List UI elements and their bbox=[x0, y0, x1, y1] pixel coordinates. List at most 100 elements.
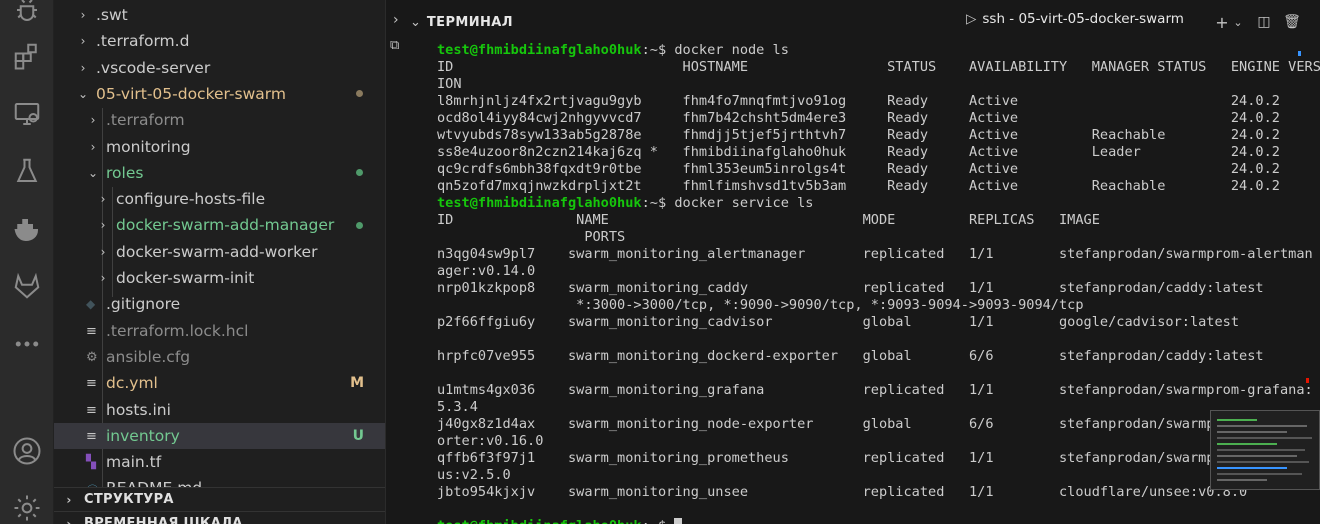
chevron-right-icon: › bbox=[80, 60, 86, 75]
terminal-text: us:v2.5.0 bbox=[437, 467, 511, 483]
terminal-cursor bbox=[674, 518, 683, 524]
tree-item[interactable]: › docker-swarm-add-manager bbox=[54, 212, 385, 238]
debug-icon[interactable] bbox=[9, 0, 45, 28]
outline-section-header[interactable]: › СТРУКТУРА bbox=[54, 487, 385, 511]
text-file-icon: ≡ bbox=[86, 323, 97, 339]
terminal-text: ager:v0.14.0 bbox=[437, 263, 536, 279]
terminal-text: ss8e4uzoor8n2czn214kaj6zq * fhmibdiinafg… bbox=[437, 144, 1280, 160]
tree-item[interactable]: ▚ main.tf bbox=[54, 449, 385, 475]
window-preview-thumbnail[interactable] bbox=[1210, 410, 1320, 490]
terminal-line: j40gx8z1d4ax swarm_monitoring_node-expor… bbox=[437, 416, 1313, 433]
tree-item[interactable]: ⌄ roles bbox=[54, 160, 385, 186]
terminal-text: *:3000->3000/tcp, *:9090->9090/tcp, *:90… bbox=[437, 297, 1084, 313]
terminal-line: jbto954kjxjv swarm_monitoring_unsee repl… bbox=[437, 484, 1247, 501]
tree-item[interactable]: ⚙ ansible.cfg bbox=[54, 344, 385, 370]
timeline-section-header[interactable]: › ВРЕМЕННАЯ ШКАЛА bbox=[54, 511, 385, 524]
chevron-right-icon: › bbox=[100, 192, 106, 207]
tree-item[interactable]: › docker-swarm-init bbox=[54, 265, 385, 291]
tree-item[interactable]: › .terraform bbox=[54, 107, 385, 133]
git-status-dot bbox=[356, 221, 363, 229]
tree-item[interactable]: › monitoring bbox=[54, 134, 385, 160]
terminal-text: qn5zofd7mxqjnwzkdrpljxt2t fhmlfimshvsd1t… bbox=[437, 178, 1280, 194]
tree-item[interactable]: ◆ .gitignore bbox=[54, 291, 385, 317]
remote-explorer-icon[interactable] bbox=[9, 96, 45, 132]
terminal-text: ID HOSTNAME STATUS AVAILABILITY MANAGER … bbox=[437, 59, 1320, 75]
terminal-line: ION bbox=[437, 76, 462, 93]
tree-item-label: 05-virt-05-docker-swarm bbox=[96, 84, 286, 103]
terminal-prompt: test@fhmibdiinafglaho0huk bbox=[437, 195, 642, 211]
terminal-tab[interactable]: ▷ ssh - 05-virt-05-docker-swarm bbox=[966, 11, 1184, 27]
terminal-line: test@fhmibdiinafglaho0huk:~$ docker serv… bbox=[437, 195, 813, 212]
terminal-icon: ▷ bbox=[966, 11, 977, 27]
gitlab-icon[interactable] bbox=[9, 268, 45, 304]
split-panel-icon[interactable]: ◫ bbox=[1254, 12, 1274, 32]
trash-icon[interactable]: 🗑 bbox=[1282, 12, 1302, 32]
tree-item[interactable]: › .terraform.d bbox=[54, 28, 385, 54]
terminal-text: :~$ docker node ls bbox=[641, 42, 789, 58]
chevron-down-icon[interactable]: ⌄ bbox=[1228, 12, 1248, 32]
terminal-text: wtvyubds78syw133ab5g2878e fhmdjj5tjef5jr… bbox=[437, 127, 1280, 143]
terminal-text: jbto954kjxjv swarm_monitoring_unsee repl… bbox=[437, 484, 1248, 500]
panel-side-strip: › ⧉ bbox=[386, 0, 410, 524]
tree-item[interactable]: ≡ .terraform.lock.hcl bbox=[54, 318, 385, 344]
chevron-right-icon: › bbox=[66, 516, 72, 524]
tree-item-label: .terraform bbox=[106, 111, 185, 130]
tree-item[interactable]: › .vscode-server bbox=[54, 55, 385, 81]
extensions-icon[interactable] bbox=[9, 38, 45, 74]
panel-title[interactable]: ТЕРМИНАЛ bbox=[427, 15, 513, 30]
terminal-line: ID NAME MODE REPLICAS IMAGE bbox=[437, 212, 1100, 229]
git-status-badge: M bbox=[350, 375, 364, 392]
terminal-line: l8mrhjnljz4fx2rtjvagu9gyb fhm4fo7mnqfmtj… bbox=[437, 93, 1280, 110]
tree-item[interactable]: ≡ dc.yml M bbox=[54, 370, 385, 396]
accounts-icon[interactable] bbox=[9, 433, 45, 469]
terminal-text: 5.3.4 bbox=[437, 399, 478, 415]
git-status-badge: U bbox=[352, 427, 364, 444]
terminal-line: orter:v0.16.0 bbox=[437, 433, 543, 450]
docker-icon[interactable] bbox=[9, 212, 45, 248]
terminal-text: l8mrhjnljz4fx2rtjvagu9gyb fhm4fo7mnqfmtj… bbox=[437, 93, 1280, 109]
terminal-line: test@fhmibdiinafglaho0huk:~$ docker node… bbox=[437, 42, 789, 59]
terraform-file-icon: ▚ bbox=[86, 455, 96, 471]
tree-item[interactable]: ⌄ 05-virt-05-docker-swarm bbox=[54, 81, 385, 107]
terminal-text: ocd8ol4iyy84cwj2nhgyvvcd7 fhm7b42chsht5d… bbox=[437, 110, 1280, 126]
chevron-right-icon[interactable]: › bbox=[393, 12, 399, 28]
terminal-line: qn5zofd7mxqjnwzkdrpljxt2t fhmlfimshvsd1t… bbox=[437, 178, 1280, 195]
git-status-dot bbox=[356, 169, 363, 177]
more-icon[interactable] bbox=[9, 326, 45, 362]
terminal-line: p2f66ffgiu6y swarm_monitoring_cadvisor g… bbox=[437, 314, 1239, 331]
terminal-text: p2f66ffgiu6y swarm_monitoring_cadvisor g… bbox=[437, 314, 1240, 330]
tree-item-label: main.tf bbox=[106, 453, 162, 472]
terminal-prompt: test@fhmibdiinafglaho0huk bbox=[437, 518, 642, 524]
terminal-text: qffb6f3f97j1 swarm_monitoring_prometheus… bbox=[437, 450, 1313, 466]
terminal-line: test@fhmibdiinafglaho0huk:~$ bbox=[437, 518, 683, 524]
git-status-dot bbox=[356, 90, 363, 98]
tree-item-label: docker-swarm-add-worker bbox=[116, 242, 318, 261]
testing-icon[interactable] bbox=[9, 153, 45, 189]
tree-item[interactable]: › configure-hosts-file bbox=[54, 186, 385, 212]
terminal-text: orter:v0.16.0 bbox=[437, 433, 544, 449]
chevron-right-icon: › bbox=[100, 218, 106, 233]
tree-item-label: monitoring bbox=[106, 137, 191, 156]
tree-item-label: .vscode-server bbox=[96, 58, 211, 77]
tree-item[interactable]: › docker-swarm-add-worker bbox=[54, 239, 385, 265]
terminal-text: ID NAME MODE REPLICAS IMAGE bbox=[437, 212, 1100, 228]
tree-item[interactable]: › .swt bbox=[54, 2, 385, 28]
settings-gear-icon[interactable] bbox=[9, 490, 45, 524]
tree-item-label: hosts.ini bbox=[106, 400, 171, 419]
terminal-text: n3qg04sw9pl7 swarm_monitoring_alertmanag… bbox=[437, 246, 1313, 262]
split-terminal-icon[interactable]: ⧉ bbox=[390, 38, 399, 53]
terminal-text: nrp01kzkpop8 swarm_monitoring_caddy repl… bbox=[437, 280, 1264, 296]
terminal-line: ID HOSTNAME STATUS AVAILABILITY MANAGER … bbox=[437, 59, 1320, 76]
terminal-text: ION bbox=[437, 76, 462, 92]
terminal-line: ocd8ol4iyy84cwj2nhgyvvcd7 fhm7b42chsht5d… bbox=[437, 110, 1280, 127]
terminal-output[interactable]: test@fhmibdiinafglaho0huk :~$ docker node… bbox=[437, 42, 1320, 524]
explorer-sidebar: › .swt › .terraform.d › .vscode-server ⌄ 05-vir… bbox=[54, 0, 385, 524]
chevron-down-icon: ⌄ bbox=[87, 165, 99, 180]
git-file-icon: ◆ bbox=[86, 297, 96, 312]
tree-item[interactable]: ≡ inventory U bbox=[54, 422, 385, 449]
chevron-down-icon[interactable]: ⌄ bbox=[410, 15, 421, 30]
tree-item[interactable]: ≡ hosts.ini bbox=[54, 397, 385, 423]
terminal-text: qc9crdfs6mbh38fqxdt9r0tbe fhml353eum5inr… bbox=[437, 161, 1280, 177]
terminal-line: u1mtms4gx036 swarm_monitoring_grafana re… bbox=[437, 382, 1313, 399]
tree-item-label: dc.yml bbox=[106, 374, 158, 393]
